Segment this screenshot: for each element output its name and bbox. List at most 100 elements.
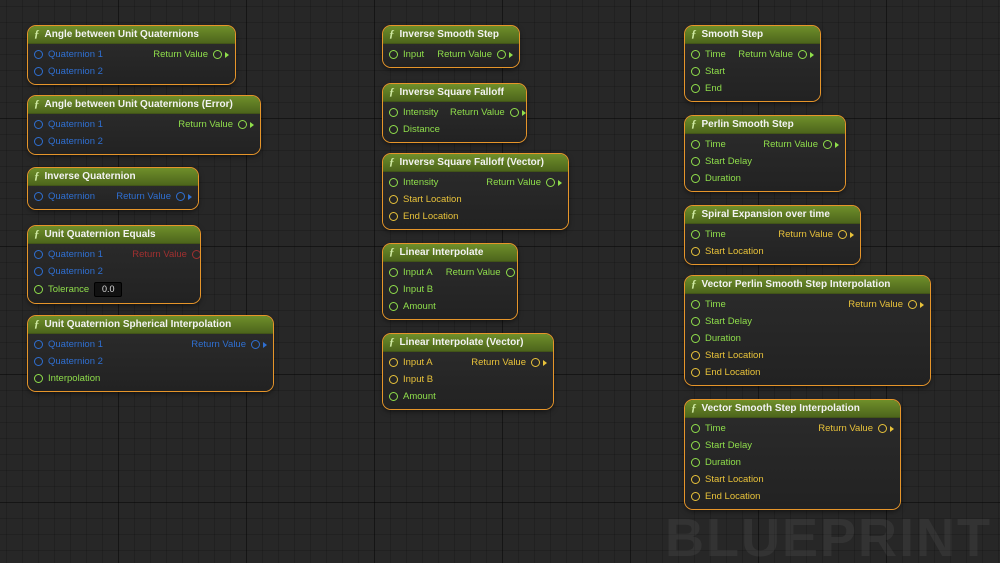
input-pin[interactable]: Quaternion 1 xyxy=(34,118,103,131)
pin-socket-icon xyxy=(823,140,832,149)
output-pin[interactable]: Return Value xyxy=(486,176,562,189)
input-pin[interactable]: End xyxy=(691,82,726,95)
input-pin[interactable]: Quaternion 2 xyxy=(34,65,103,78)
input-pin[interactable]: Start Location xyxy=(691,349,764,362)
input-pin[interactable]: Input xyxy=(389,48,424,61)
output-pin[interactable]: Return Value xyxy=(778,228,854,241)
blueprint-node[interactable]: ƒLinear Interpolate (Vector) Input A Input… xyxy=(383,334,553,409)
pin-value-input[interactable]: 0.0 xyxy=(94,282,122,297)
pin-label: Quaternion 2 xyxy=(48,265,103,278)
input-pin[interactable]: Start xyxy=(691,65,726,78)
node-header[interactable]: ƒUnit Quaternion Equals xyxy=(28,226,200,244)
output-pin[interactable]: Return Value xyxy=(471,356,547,369)
output-pin[interactable]: Return Value xyxy=(763,138,839,151)
input-pin[interactable]: Time xyxy=(691,138,752,151)
pin-label: Start Location xyxy=(705,473,764,486)
input-pin[interactable]: Time xyxy=(691,48,726,61)
input-pin[interactable]: Start Location xyxy=(691,245,764,258)
input-pin[interactable]: Intensity xyxy=(389,176,462,189)
node-header[interactable]: ƒAngle between Unit Quaternions (Error) xyxy=(28,96,260,114)
node-header[interactable]: ƒPerlin Smooth Step xyxy=(685,116,845,134)
output-pin[interactable]: Return Value xyxy=(450,106,526,119)
input-pin[interactable]: Quaternion 1 xyxy=(34,48,103,61)
node-header[interactable]: ƒInverse Square Falloff (Vector) xyxy=(383,154,568,172)
output-pin[interactable]: Return Value xyxy=(818,422,894,435)
node-header[interactable]: ƒLinear Interpolate (Vector) xyxy=(383,334,553,352)
output-pin[interactable]: Return Value xyxy=(132,248,200,261)
output-pin[interactable]: Return Value xyxy=(191,338,267,351)
blueprint-node[interactable]: ƒInverse Quaternion Quaternion Return Valu… xyxy=(28,168,198,209)
blueprint-node[interactable]: ƒInverse Square Falloff (Vector)Intensit… xyxy=(383,154,568,229)
input-pin[interactable]: Quaternion xyxy=(34,190,95,203)
node-title: Vector Smooth Step Interpolation xyxy=(702,403,860,414)
input-pin[interactable]: Duration xyxy=(691,456,764,469)
input-pin[interactable]: Quaternion 2 xyxy=(34,355,103,368)
blueprint-node[interactable]: ƒInverse Smooth Step Input Return Value xyxy=(383,26,519,67)
blueprint-node[interactable]: ƒSpiral Expansion over time Time Start Loc… xyxy=(685,206,860,264)
input-pin[interactable]: Amount xyxy=(389,390,436,403)
pin-socket-icon xyxy=(546,178,555,187)
blueprint-node[interactable]: ƒ Vector Smooth Step Interpolation Time Sta… xyxy=(685,400,900,509)
node-header[interactable]: ƒInverse Quaternion xyxy=(28,168,198,186)
input-pin[interactable]: Start Delay xyxy=(691,315,764,328)
output-pin[interactable]: Return Value xyxy=(153,48,229,61)
blueprint-node[interactable]: ƒPerlin Smooth Step Time Start Delay Durati… xyxy=(685,116,845,191)
input-pin[interactable]: Time xyxy=(691,422,764,435)
input-pin[interactable]: Distance xyxy=(389,123,440,136)
node-header[interactable]: ƒ Vector Smooth Step Interpolation xyxy=(685,400,900,418)
output-pin[interactable]: Return Value xyxy=(437,48,513,61)
input-pin[interactable]: End Location xyxy=(389,210,462,223)
input-pin[interactable]: Start Location xyxy=(389,193,462,206)
output-pin[interactable]: Return Value xyxy=(848,298,924,311)
input-pin[interactable]: Start Delay xyxy=(691,439,764,452)
node-header[interactable]: ƒUnit Quaternion Spherical Interpolation xyxy=(28,316,273,334)
output-pin[interactable]: Return Value xyxy=(446,266,517,279)
blueprint-node[interactable]: ƒAngle between Unit Quaternions (Error) Q… xyxy=(28,96,260,154)
input-pin[interactable]: Amount xyxy=(389,300,436,313)
node-title: Inverse Square Falloff (Vector) xyxy=(400,157,545,168)
node-header[interactable]: ƒInverse Smooth Step xyxy=(383,26,519,44)
input-pin[interactable]: Input A xyxy=(389,356,436,369)
pin-label: Return Value xyxy=(153,48,208,61)
node-header[interactable]: ƒLinear Interpolate xyxy=(383,244,517,262)
input-pin[interactable]: End Location xyxy=(691,366,764,379)
input-pin[interactable]: Tolerance0.0 xyxy=(34,282,122,297)
output-pin[interactable]: Return Value xyxy=(116,190,192,203)
input-pin[interactable]: Time xyxy=(691,228,764,241)
blueprint-node[interactable]: ƒSmooth Step Time Start End Return Value xyxy=(685,26,820,101)
blueprint-node[interactable]: ƒUnit Quaternion Spherical Interpolation… xyxy=(28,316,273,391)
node-header[interactable]: ƒSmooth Step xyxy=(685,26,820,44)
node-header[interactable]: ƒSpiral Expansion over time xyxy=(685,206,860,224)
input-pin[interactable]: Time xyxy=(691,298,764,311)
blueprint-node[interactable]: ƒInverse Square Falloff Intensity Distance… xyxy=(383,84,526,142)
node-body: Intensity Start Location End Location Retur… xyxy=(383,172,568,229)
blueprint-graph[interactable]: { "watermark": "BLUEPRINT", "common": { … xyxy=(0,0,1000,563)
input-pin[interactable]: Interpolation xyxy=(34,372,103,385)
input-pin[interactable]: Intensity xyxy=(389,106,440,119)
input-pin[interactable]: Quaternion 2 xyxy=(34,265,122,278)
blueprint-node[interactable]: ƒLinear Interpolate Input A Input B Amount R… xyxy=(383,244,517,319)
input-pin[interactable]: Quaternion 1 xyxy=(34,248,122,261)
pin-label: Return Value xyxy=(738,48,793,61)
blueprint-node[interactable]: ƒUnit Quaternion Equals Quaternion 1 Quate… xyxy=(28,226,200,303)
function-icon: ƒ xyxy=(691,403,697,414)
node-header[interactable]: ƒVector Perlin Smooth Step Interpolation xyxy=(685,276,930,294)
input-pin[interactable]: Duration xyxy=(691,332,764,345)
node-header[interactable]: ƒInverse Square Falloff xyxy=(383,84,526,102)
blueprint-node[interactable]: ƒVector Perlin Smooth Step Interpolation… xyxy=(685,276,930,385)
input-pin[interactable]: Quaternion 1 xyxy=(34,338,103,351)
input-pin[interactable]: Input B xyxy=(389,283,436,296)
input-pin[interactable]: Start Location xyxy=(691,473,764,486)
output-pin[interactable]: Return Value xyxy=(178,118,254,131)
input-pin[interactable]: End Location xyxy=(691,490,764,503)
input-pin[interactable]: Duration xyxy=(691,172,752,185)
pin-arrow-icon xyxy=(835,142,839,148)
input-pin[interactable]: Input A xyxy=(389,266,436,279)
node-header[interactable]: ƒAngle between Unit Quaternions xyxy=(28,26,235,44)
input-pin[interactable]: Start Delay xyxy=(691,155,752,168)
input-pin[interactable]: Input B xyxy=(389,373,436,386)
pin-socket-icon xyxy=(691,67,700,76)
output-pin[interactable]: Return Value xyxy=(738,48,814,61)
input-pin[interactable]: Quaternion 2 xyxy=(34,135,103,148)
blueprint-node[interactable]: ƒAngle between Unit Quaternions Quaternio… xyxy=(28,26,235,84)
